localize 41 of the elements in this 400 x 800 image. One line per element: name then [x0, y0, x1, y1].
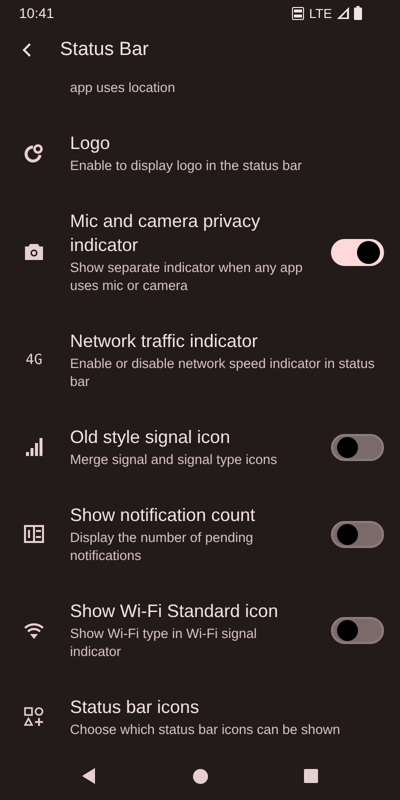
- toggle-switch[interactable]: [331, 616, 384, 644]
- setting-title: Mic and camera privacy indicator: [70, 210, 262, 257]
- setting-title: Show Wi-Fi Standard icon: [70, 600, 278, 623]
- setting-row[interactable]: Mic and camera privacy indicator Show separate indicator when any app uses mic or camera: [0, 192, 400, 312]
- setting-title: Old style signal icon: [70, 426, 230, 449]
- setting-summary: Show separate indicator when any app uses mic or camera: [70, 259, 304, 295]
- setting-row[interactable]: Show Wi-Fi Standard icon Show Wi-Fi type in Wi-Fi signal indicator: [0, 582, 400, 678]
- setting-summary: Merge signal and signal type icons: [70, 451, 278, 469]
- volte-icon: [292, 6, 304, 20]
- setting-title: Network traffic indicator: [70, 330, 258, 353]
- page-title: Status Bar: [60, 39, 149, 61]
- setting-summary: Enable to display logo in the status bar: [70, 157, 302, 175]
- setting-row[interactable]: Status bar icons Choose which status bar icons can be shown: [0, 678, 400, 752]
- signal-bars-icon: [25, 438, 43, 456]
- setting-summary: app uses location: [70, 79, 176, 97]
- back-icon[interactable]: [22, 42, 32, 58]
- setting-summary: Choose which status bar icons can be shown: [70, 721, 340, 739]
- toggle-switch[interactable]: [331, 520, 384, 548]
- setting-summary: Enable or disable network speed indicator in status bar: [70, 355, 376, 391]
- signal-icon: [337, 7, 349, 19]
- shapes-icon: [24, 707, 44, 727]
- clock-time: 10:41: [19, 5, 54, 21]
- wifi-icon: [24, 622, 44, 638]
- setting-title: Logo: [70, 132, 110, 155]
- setting-summary: Show Wi-Fi type in Wi-Fi signal indicator: [70, 625, 258, 661]
- setting-row[interactable]: 4G Network traffic indicator Enable or disable network speed indicator in status bar: [0, 312, 400, 408]
- home-icon[interactable]: [192, 768, 208, 784]
- setting-title: Show notification count: [70, 504, 256, 527]
- setting-summary: Display the number of pending notifications: [70, 529, 254, 565]
- back-nav-icon[interactable]: [82, 768, 96, 784]
- setting-row[interactable]: Show notification count Display the number of pending notifications: [0, 486, 400, 582]
- camera-icon: [24, 243, 44, 261]
- toggle-switch[interactable]: [331, 434, 384, 460]
- setting-row[interactable]: Logo Enable to display logo in the status bar: [0, 114, 400, 192]
- network-type: LTE: [309, 6, 332, 20]
- counter-icon: [24, 525, 44, 543]
- logo-icon: [24, 143, 44, 163]
- setting-title: Status bar icons: [70, 696, 200, 719]
- setting-row[interactable]: Old style signal icon Merge signal and signal type icons: [0, 408, 400, 486]
- battery-icon: [354, 6, 362, 20]
- network-type-icon: 4G: [26, 352, 42, 368]
